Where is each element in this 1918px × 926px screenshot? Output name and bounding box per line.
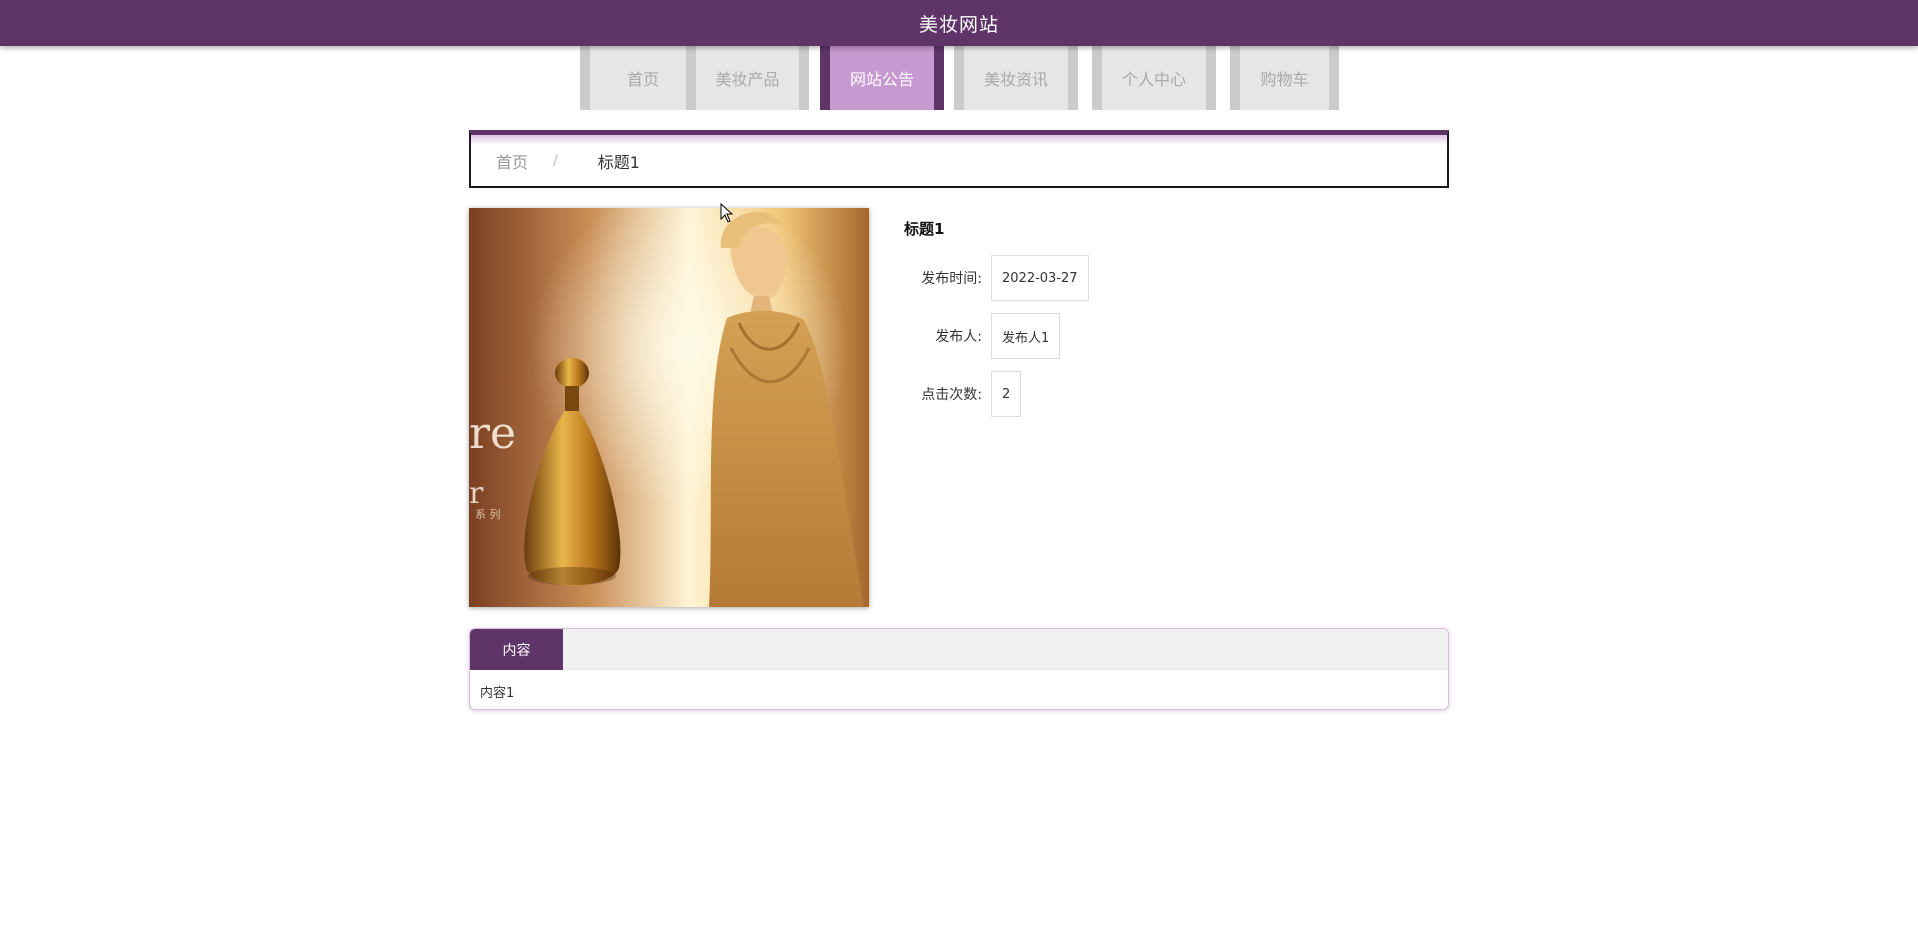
svg-text:re: re (469, 408, 516, 459)
breadcrumb-separator: / (553, 152, 558, 169)
publisher-value: 发布人1 (991, 313, 1061, 359)
breadcrumb-current: 标题1 (597, 152, 640, 172)
nav-item-profile[interactable]: 个人中心 (1092, 46, 1216, 110)
nav-item-announcements[interactable]: 网站公告 (820, 46, 944, 110)
nav-item-news[interactable]: 美妆资讯 (954, 46, 1078, 110)
mouse-cursor-icon (720, 203, 734, 223)
svg-text:r: r (469, 476, 484, 511)
announcement-title: 标题1 (904, 220, 945, 238)
publish-time-label: 发布时间: (921, 271, 982, 287)
site-title: 美妆网站 (918, 13, 999, 36)
content-body: 内容1 (480, 686, 515, 701)
click-count-label: 点击次数: (921, 387, 982, 403)
nav-item-label: 美妆产品 (715, 70, 780, 89)
nav-item-label: 个人中心 (1121, 70, 1186, 89)
main-nav: 首页 美妆产品 网站公告 美妆资讯 个人中心 购物车 (0, 46, 1918, 110)
click-count-value: 2 (991, 371, 1022, 417)
announcement-image: re r 系 列 (469, 208, 869, 607)
tab-content[interactable]: 内容 (470, 629, 563, 670)
nav-item-products[interactable]: 美妆产品 (686, 46, 809, 110)
content-panel: 内容 内容1 (469, 628, 1449, 710)
svg-text:系 列: 系 列 (475, 507, 501, 521)
nav-item-label: 首页 (626, 70, 659, 89)
nav-item-label: 美妆资讯 (983, 70, 1048, 89)
nav-item-cart[interactable]: 购物车 (1230, 46, 1339, 110)
nav-item-label: 购物车 (1260, 70, 1309, 89)
site-header: 美妆网站 (0, 0, 1918, 46)
content-tab-bar: 内容 (470, 629, 1448, 670)
breadcrumb: 首页 / 标题1 (469, 130, 1449, 188)
publisher-label: 发布人: (935, 329, 982, 345)
nav-item-label: 网站公告 (849, 70, 914, 89)
publish-time-value: 2022-03-27 (991, 255, 1089, 301)
click-count-row: 点击次数: 2 (904, 371, 1022, 417)
breadcrumb-home-link[interactable]: 首页 (496, 149, 528, 173)
publish-time-row: 发布时间: 2022-03-27 (904, 255, 1089, 301)
publisher-row: 发布人: 发布人1 (904, 313, 1061, 359)
